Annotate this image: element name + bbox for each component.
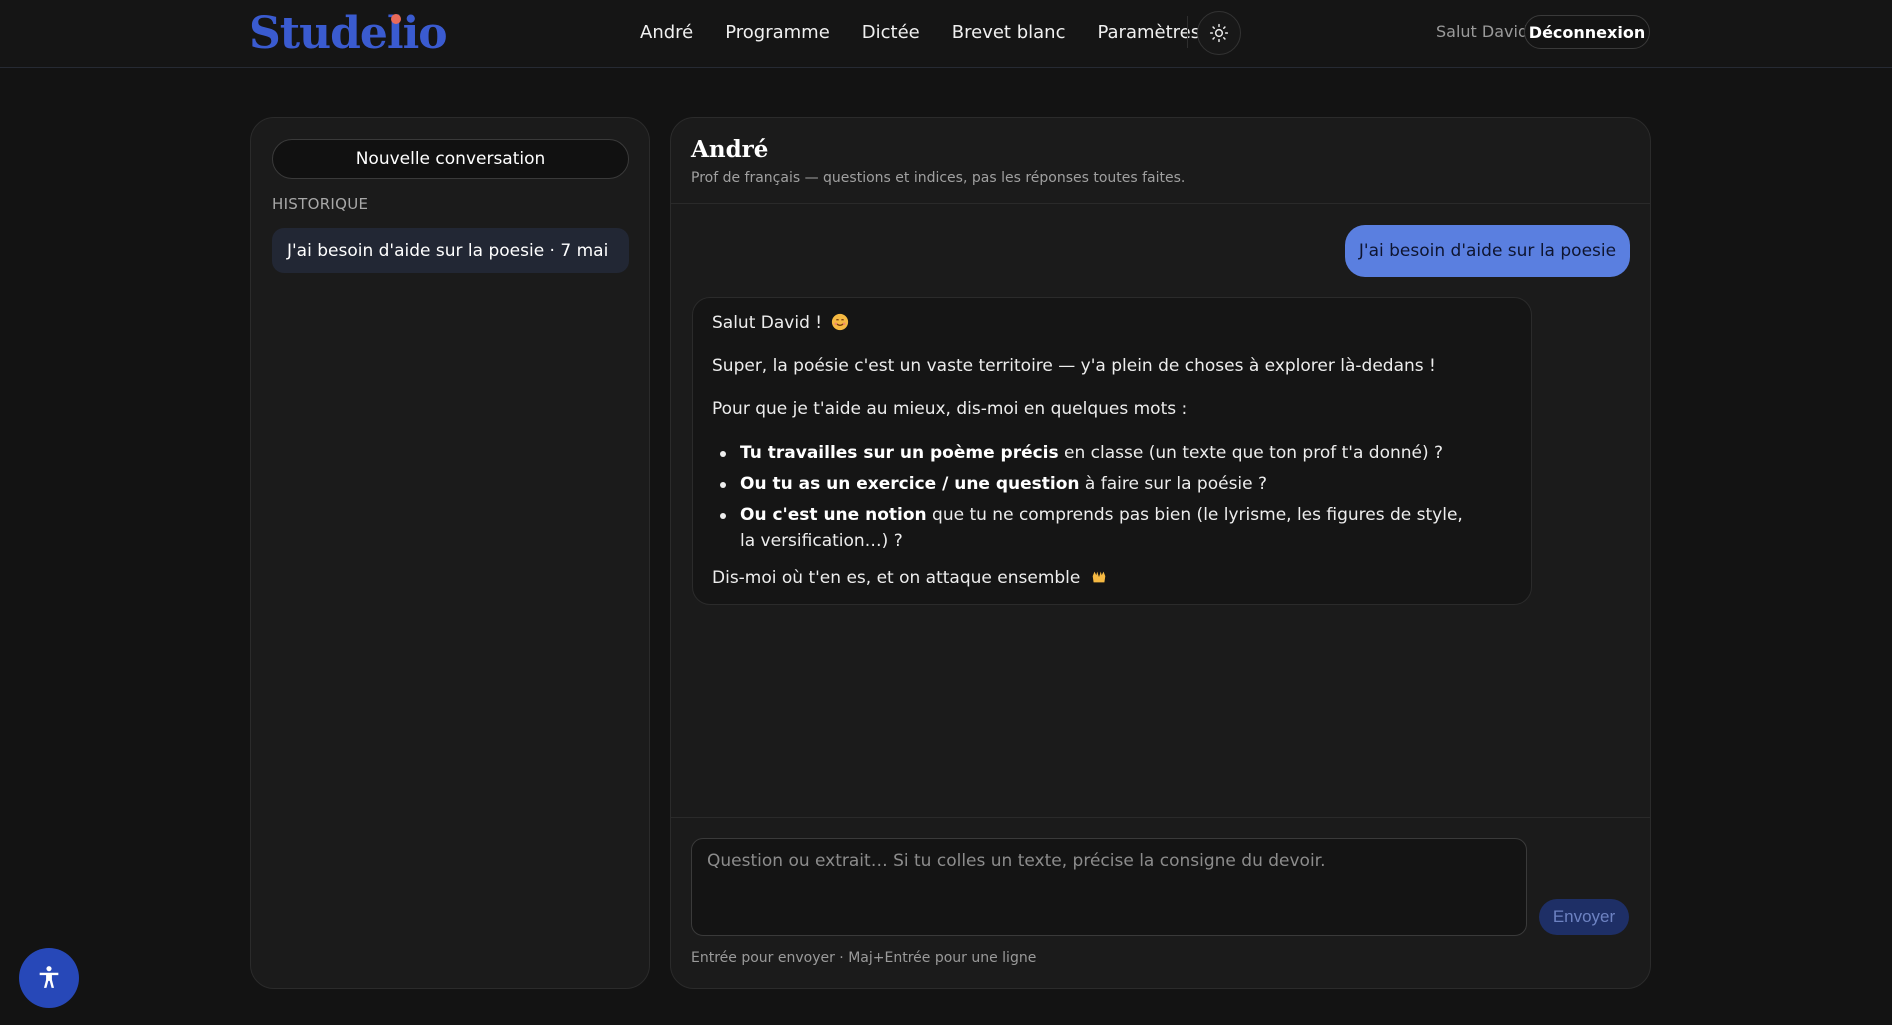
bullet-bold-text: Ou tu as un exercice / une question bbox=[740, 474, 1080, 494]
user-message: J'ai besoin d'aide sur la poesie bbox=[1345, 225, 1630, 277]
composer-hint: Entrée pour envoyer · Maj+Entrée pour un… bbox=[691, 950, 1037, 966]
assistant-bullet-list: Tu travailles sur un poème précis en cla… bbox=[712, 440, 1472, 559]
studelio-logo[interactable]: Studelio bbox=[249, 8, 448, 59]
chat-header-divider bbox=[671, 203, 1650, 204]
conversation-sidebar: Nouvelle conversation HISTORIQUE J'ai be… bbox=[250, 117, 650, 989]
composer-divider bbox=[671, 817, 1650, 818]
list-item: Ou tu as un exercice / une question à fa… bbox=[712, 471, 1472, 497]
new-conversation-button[interactable]: Nouvelle conversation bbox=[272, 139, 629, 179]
smiling-face-emoji-icon bbox=[831, 313, 849, 331]
logo-text: Studelio bbox=[249, 8, 448, 59]
list-item: Tu travailles sur un poème précis en cla… bbox=[712, 440, 1472, 466]
chat-panel: André Prof de français — questions et in… bbox=[670, 117, 1651, 989]
assistant-closing-line: Dis-moi où t'en es, et on attaque ensemb… bbox=[712, 568, 1108, 588]
message-input[interactable] bbox=[691, 838, 1527, 936]
bullet-bold-text: Ou c'est une notion bbox=[740, 505, 927, 525]
nav-item-parametres[interactable]: Paramètres bbox=[1097, 22, 1200, 43]
theme-toggle-button[interactable] bbox=[1197, 11, 1241, 55]
assistant-paragraph-1: Super, la poésie c'est un vaste territoi… bbox=[712, 356, 1436, 376]
assistant-greeting-line: Salut David ! bbox=[712, 313, 849, 333]
list-item: Ou c'est une notion que tu ne comprends … bbox=[712, 502, 1472, 554]
raising-hands-emoji-icon bbox=[1090, 568, 1108, 586]
chat-subtitle: Prof de français — questions et indices,… bbox=[691, 170, 1186, 186]
nav-item-andre[interactable]: André bbox=[640, 22, 693, 43]
send-button[interactable]: Envoyer bbox=[1539, 899, 1629, 935]
user-greeting: Salut David bbox=[1436, 22, 1529, 41]
assistant-greeting: Salut David ! bbox=[712, 313, 823, 333]
nav-divider bbox=[1187, 16, 1188, 48]
assistant-message: Salut David ! Super, la poésie c'est un … bbox=[692, 297, 1532, 605]
chat-title: André bbox=[691, 136, 769, 163]
history-item[interactable]: J'ai besoin d'aide sur la poesie · 7 mai bbox=[272, 228, 629, 273]
nav-item-programme[interactable]: Programme bbox=[725, 22, 830, 43]
logo-dot bbox=[391, 14, 401, 24]
accessibility-button[interactable] bbox=[19, 948, 79, 1008]
top-navigation-bar: Studelio André Programme Dictée Brevet b… bbox=[0, 0, 1892, 68]
main-nav: André Programme Dictée Brevet blanc Para… bbox=[640, 0, 1232, 64]
history-heading: HISTORIQUE bbox=[272, 195, 369, 213]
logout-button[interactable]: Déconnexion bbox=[1524, 15, 1650, 49]
sun-icon bbox=[1209, 23, 1229, 43]
bullet-text: en classe (un texte que ton prof t'a don… bbox=[1058, 443, 1444, 463]
nav-item-dictee[interactable]: Dictée bbox=[862, 22, 920, 43]
accessibility-icon bbox=[39, 966, 59, 988]
nav-item-brevet-blanc[interactable]: Brevet blanc bbox=[952, 22, 1066, 43]
bullet-bold-text: Tu travailles sur un poème précis bbox=[740, 443, 1059, 463]
assistant-closing: Dis-moi où t'en es, et on attaque ensemb… bbox=[712, 568, 1081, 588]
assistant-paragraph-2: Pour que je t'aide au mieux, dis-moi en … bbox=[712, 399, 1188, 419]
bullet-text: à faire sur la poésie ? bbox=[1079, 474, 1268, 494]
